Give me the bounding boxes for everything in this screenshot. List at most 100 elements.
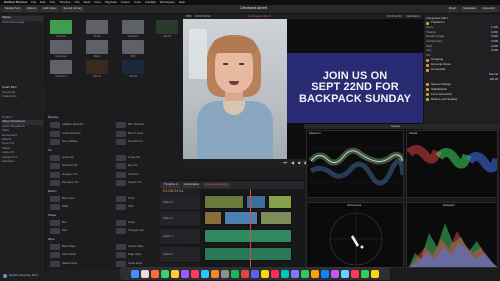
- media-pool-button[interactable]: Media Pool: [3, 6, 23, 12]
- section-toggle-icon[interactable]: [426, 82, 429, 86]
- menu-item[interactable]: Playback: [105, 0, 117, 5]
- dock-app-icon[interactable]: [131, 269, 139, 278]
- playhead[interactable]: [250, 189, 251, 267]
- bin-folder-icon[interactable]: [50, 40, 72, 54]
- inspector-row-value[interactable]: 0.000: [491, 39, 498, 43]
- effect-item[interactable]: Oval Iris: [116, 171, 138, 179]
- timeline-track-area[interactable]: [200, 189, 304, 267]
- effect-item[interactable]: Center Wipe: [116, 243, 144, 251]
- effect-item[interactable]: Cross Iris: [116, 154, 140, 162]
- bin-folder-icon[interactable]: [122, 20, 144, 34]
- effects-section-header[interactable]: Dissolve: [48, 115, 59, 119]
- effect-item[interactable]: Clock Wipe: [50, 251, 76, 259]
- effect-item[interactable]: Dip To Color: [116, 130, 143, 138]
- section-toggle-icon[interactable]: [426, 63, 429, 67]
- video-clip[interactable]: [204, 211, 222, 225]
- dock-app-icon[interactable]: [141, 269, 149, 278]
- timeline-tab[interactable]: Celebration: [181, 182, 202, 188]
- dock-app-icon[interactable]: [191, 269, 199, 278]
- effects-section-header[interactable]: Iris: [48, 148, 52, 152]
- dock-app-icon[interactable]: [331, 269, 339, 278]
- effect-item[interactable]: Square Iris: [116, 179, 142, 187]
- effect-item[interactable]: Radial Wipe: [50, 260, 77, 268]
- dock-app-icon[interactable]: [281, 269, 289, 278]
- effect-item[interactable]: Star: [50, 227, 67, 235]
- opacity-value[interactable]: 100.00: [489, 77, 498, 81]
- section-toggle-icon[interactable]: [426, 92, 429, 96]
- effect-item[interactable]: Triangle Left: [116, 227, 143, 235]
- dock-app-icon[interactable]: [301, 269, 309, 278]
- effect-item[interactable]: Smooth Cut: [116, 138, 143, 146]
- clip-thumbnail[interactable]: [86, 60, 108, 74]
- dock-app-icon[interactable]: [291, 269, 299, 278]
- video-clip[interactable]: [224, 211, 258, 225]
- bin-folder-icon[interactable]: [86, 40, 108, 54]
- effect-item[interactable]: Hexagon Iris: [50, 171, 78, 179]
- video-clip[interactable]: [204, 195, 244, 209]
- effect-item[interactable]: Slide: [50, 203, 68, 211]
- track-header-video[interactable]: Video 2: [160, 195, 200, 211]
- menu-item[interactable]: Clip: [74, 0, 79, 5]
- menu-item[interactable]: Mark: [84, 0, 91, 5]
- bin-folder-icon[interactable]: [86, 20, 108, 34]
- effect-item[interactable]: Split: [116, 203, 133, 211]
- dock-app-icon[interactable]: [361, 269, 369, 278]
- menu-item[interactable]: Fairlight: [145, 0, 156, 5]
- skip-back-icon[interactable]: ⏮: [283, 160, 287, 166]
- menu-item[interactable]: Timeline: [59, 0, 70, 5]
- effect-item[interactable]: Eye Iris: [116, 162, 137, 170]
- effect-item[interactable]: Additive Dissolve: [50, 121, 83, 129]
- effect-item[interactable]: Heart: [116, 219, 135, 227]
- bin-folder-icon[interactable]: [50, 20, 72, 34]
- dock-app-icon[interactable]: [261, 269, 269, 278]
- effect-item[interactable]: Pentagon Iris: [50, 179, 78, 187]
- menu-item[interactable]: File: [31, 0, 36, 5]
- section-toggle-icon[interactable]: [426, 58, 429, 62]
- dock-app-icon[interactable]: [371, 269, 379, 278]
- track-header-video[interactable]: Video 1: [160, 211, 200, 227]
- menu-item[interactable]: Help: [179, 0, 185, 5]
- dock-app-icon[interactable]: [321, 269, 329, 278]
- section-toggle-icon[interactable]: [426, 68, 429, 72]
- effect-item[interactable]: Push: [116, 195, 134, 203]
- timeline-name[interactable]: Celebration: [406, 14, 420, 18]
- dock-app-icon[interactable]: [171, 269, 179, 278]
- metadata-button[interactable]: Metadata: [461, 6, 478, 12]
- dock-app-icon[interactable]: [221, 269, 229, 278]
- dock-app-icon[interactable]: [151, 269, 159, 278]
- dock-app-icon[interactable]: [251, 269, 259, 278]
- effect-item[interactable]: Barn Door: [50, 195, 75, 203]
- section-toggle-icon[interactable]: [426, 97, 429, 101]
- inspector-section[interactable]: Retime and Scaling: [426, 97, 498, 102]
- stop-icon[interactable]: ■: [298, 160, 300, 166]
- video-clip[interactable]: [246, 195, 266, 209]
- effect-item[interactable]: Arrow Iris: [50, 154, 74, 162]
- bin-folder-icon[interactable]: [50, 60, 72, 74]
- inspector-button[interactable]: Inspector: [480, 6, 497, 12]
- dock-app-icon[interactable]: [341, 269, 349, 278]
- menu-item[interactable]: Workspace: [160, 0, 175, 5]
- timeline-tab[interactable]: Component Clip 1: [203, 182, 232, 188]
- smart-bin-item[interactable]: Collections: [2, 95, 44, 100]
- dock-app-icon[interactable]: [211, 269, 219, 278]
- effects-tree-item[interactable]: Favorites: [2, 160, 43, 164]
- dock-app-icon[interactable]: [181, 269, 189, 278]
- menu-item[interactable]: Fusion: [121, 0, 130, 5]
- effect-item[interactable]: Cross Dissolve: [50, 130, 81, 138]
- menu-item[interactable]: Trim: [49, 0, 55, 5]
- effect-item[interactable]: Box: [50, 219, 67, 227]
- effect-item[interactable]: Diamond Iris: [50, 162, 78, 170]
- bin-folder-icon[interactable]: [122, 40, 144, 54]
- effect-item[interactable]: Blur Dissolve: [116, 121, 144, 129]
- dock-app-icon[interactable]: [311, 269, 319, 278]
- menu-item[interactable]: View: [94, 0, 100, 5]
- timeline-tab[interactable]: Timeline 1: [162, 182, 180, 188]
- effects-button[interactable]: Effects: [25, 6, 39, 12]
- effects-section-header[interactable]: Motion: [48, 189, 56, 193]
- menu-item[interactable]: DaVinci Resolve: [4, 0, 27, 5]
- audio-clip[interactable]: [204, 229, 292, 243]
- video-clip[interactable]: [260, 211, 292, 225]
- effect-item[interactable]: Non-Additive: [50, 138, 78, 146]
- dock-app-icon[interactable]: [161, 269, 169, 278]
- dock-app-icon[interactable]: [201, 269, 209, 278]
